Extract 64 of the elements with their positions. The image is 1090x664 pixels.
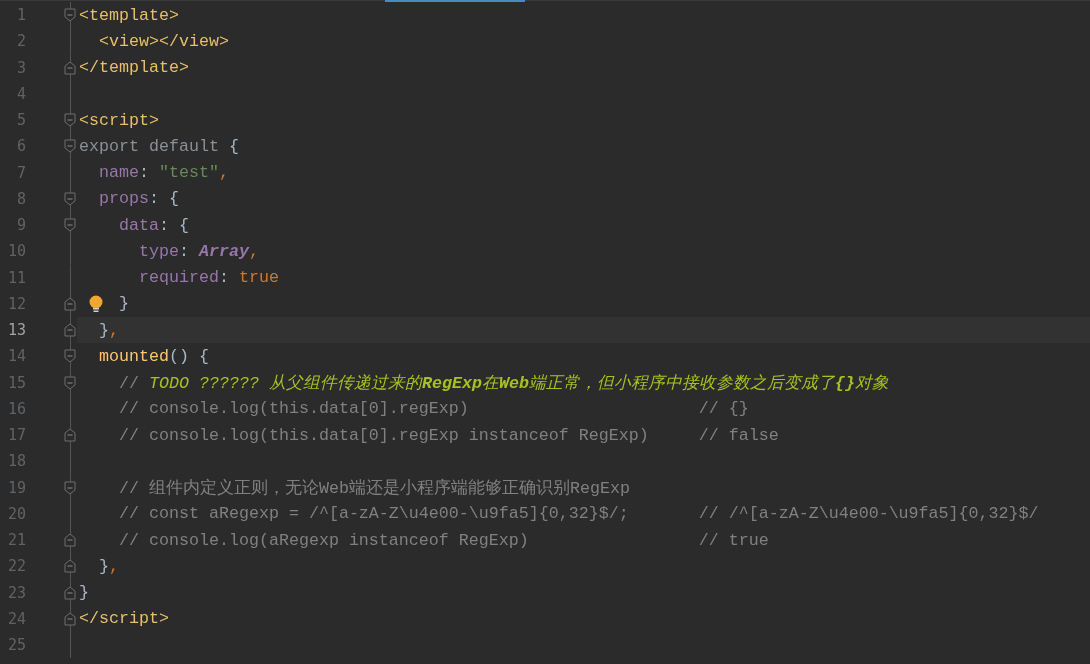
fold-end-icon[interactable]: [64, 428, 76, 443]
line-number: 4: [15, 84, 26, 103]
fold-start-icon[interactable]: [64, 139, 76, 154]
line-number: 23: [6, 583, 26, 602]
fold-end-icon[interactable]: [64, 533, 76, 548]
code-line: <view></view>: [99, 31, 229, 51]
line-number: 11: [6, 268, 26, 287]
fold-end-icon[interactable]: [64, 611, 76, 626]
line-number: 7: [15, 163, 26, 182]
code-line: name: "test",: [99, 163, 229, 183]
fold-start-icon[interactable]: [64, 375, 76, 390]
line-number: 3: [15, 58, 26, 77]
line-number: 20: [6, 504, 26, 523]
code-line: <script>: [79, 110, 159, 130]
lightbulb-icon[interactable]: [88, 294, 104, 314]
line-number: 18: [6, 452, 26, 471]
code-line: }: [79, 583, 89, 603]
line-number: 13: [6, 321, 26, 340]
line-number: 10: [6, 242, 26, 261]
line-number: 6: [15, 137, 26, 156]
code-line: // 组件内定义正则，无论Web端还是小程序端能够正确识别RegExp: [119, 477, 630, 499]
code-line: type: Array,: [139, 241, 259, 261]
line-number: 24: [6, 609, 26, 628]
code-line: // console.log(this.data[0].regExp instanceof RegExp) // false: [119, 425, 779, 445]
line-number: 1: [15, 6, 26, 25]
code-line: },: [99, 556, 119, 576]
code-line: required: true: [139, 268, 279, 288]
line-number: 9: [15, 216, 26, 235]
fold-end-icon[interactable]: [64, 323, 76, 338]
fold-start-icon[interactable]: [64, 349, 76, 364]
fold-end-icon[interactable]: [64, 296, 76, 311]
fold-end-icon[interactable]: [64, 585, 76, 600]
code-line: // TODO ?????? 从父组件传递过来的RegExp在Web端正常，但小程序中接收参数之后变成了{}对象: [119, 372, 889, 394]
fold-start-icon[interactable]: [64, 191, 76, 206]
line-number: 2: [15, 32, 26, 51]
code-line: </script>: [79, 609, 169, 629]
code-line: export default {: [79, 136, 239, 156]
code-line: data: {: [119, 215, 189, 235]
line-number: 21: [6, 531, 26, 550]
fold-start-icon[interactable]: [64, 113, 76, 128]
line-number: 25: [6, 636, 26, 655]
line-number: 19: [6, 478, 26, 497]
code-line: },: [99, 320, 119, 340]
line-number: 12: [6, 294, 26, 313]
code-line: mounted() {: [99, 346, 209, 366]
code-line: </template>: [79, 58, 189, 78]
fold-start-icon[interactable]: [64, 480, 76, 495]
line-number: 17: [6, 426, 26, 445]
code-line: // console.log(aRegexp instanceof RegExp) // true: [119, 530, 769, 550]
code-line: // const aRegexp = /^[a-zA-Z\u4e00-\u9fa5]{0,32}$/; // /^[a-zA-Z\u4e00-\u9fa5]{0,32}$/: [119, 504, 1039, 524]
line-number: 15: [6, 373, 26, 392]
code-line: }: [119, 294, 129, 314]
line-number: 5: [15, 111, 26, 130]
code-line: props: {: [99, 189, 179, 209]
line-number: 14: [6, 347, 26, 366]
fold-start-icon[interactable]: [64, 8, 76, 23]
fold-end-icon[interactable]: [64, 559, 76, 574]
line-number: 22: [6, 557, 26, 576]
line-number: 8: [15, 189, 26, 208]
code-line: <template>: [79, 5, 179, 25]
fold-start-icon[interactable]: [64, 218, 76, 233]
line-number: 16: [6, 399, 26, 418]
fold-end-icon[interactable]: [64, 60, 76, 75]
code-line: // console.log(this.data[0].regExp) // {}: [119, 399, 749, 419]
